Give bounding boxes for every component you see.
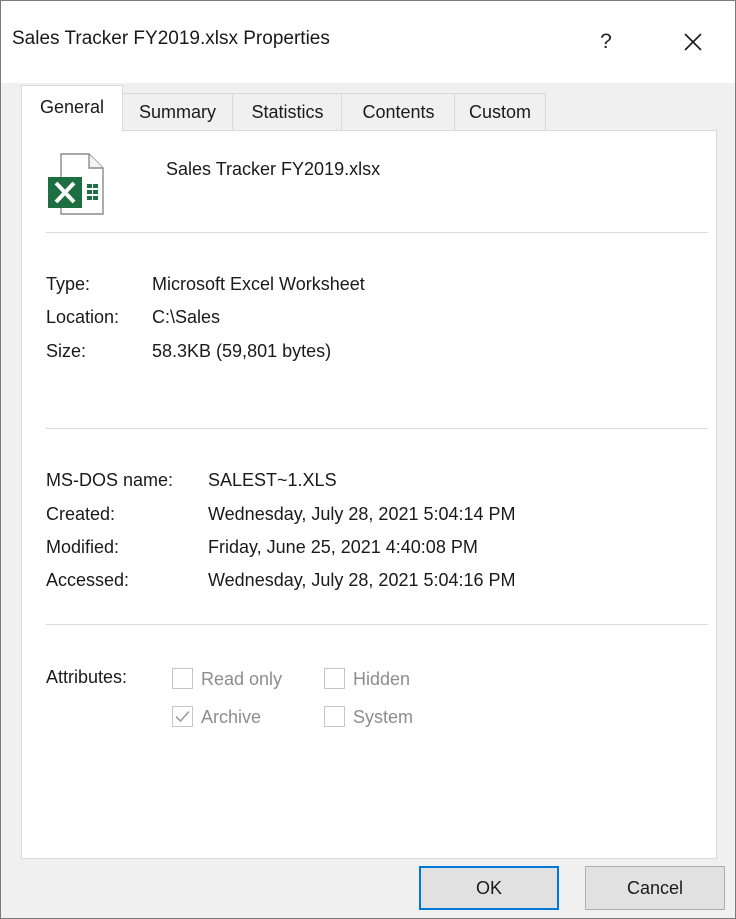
tab-contents[interactable]: Contents	[341, 93, 456, 131]
created-value: Wednesday, July 28, 2021 5:04:14 PM	[208, 504, 516, 524]
properties-dialog: Sales Tracker FY2019.xlsx Properties ? G…	[0, 0, 736, 919]
attributes-label: Attributes:	[46, 667, 128, 687]
location-label: Location:	[46, 307, 120, 327]
close-button[interactable]	[665, 19, 731, 65]
size-value: 58.3KB (59,801 bytes)	[152, 341, 332, 361]
title-bar[interactable]: Sales Tracker FY2019.xlsx Properties ?	[1, 1, 735, 83]
read-only-checkbox[interactable]	[172, 668, 193, 689]
excel-file-icon	[48, 153, 104, 215]
archive-checkbox[interactable]	[172, 706, 193, 727]
archive-label: Archive	[201, 707, 262, 727]
tab-general[interactable]: General	[21, 85, 123, 132]
checkmark-icon	[175, 710, 190, 723]
type-label: Type:	[46, 274, 91, 294]
dialog-title: Sales Tracker FY2019.xlsx Properties	[12, 28, 330, 49]
msdos-name-value: SALEST~1.XLS	[208, 470, 337, 490]
general-panel: Sales Tracker FY2019.xlsx Type: Microsof…	[21, 130, 717, 859]
tab-summary[interactable]: Summary	[121, 93, 234, 131]
ok-button[interactable]: OK	[419, 866, 559, 910]
type-value: Microsoft Excel Worksheet	[152, 274, 365, 294]
separator	[46, 624, 708, 625]
modified-label: Modified:	[46, 537, 120, 557]
system-label: System	[353, 707, 414, 727]
read-only-label: Read only	[201, 669, 283, 689]
separator	[46, 428, 708, 429]
msdos-name-label: MS-DOS name:	[46, 470, 174, 490]
tab-statistics[interactable]: Statistics	[232, 93, 343, 131]
location-value: C:\Sales	[152, 307, 221, 327]
close-icon	[684, 33, 702, 51]
hidden-label: Hidden	[353, 669, 411, 689]
help-button[interactable]: ?	[583, 19, 629, 65]
modified-value: Friday, June 25, 2021 4:40:08 PM	[208, 537, 478, 557]
created-label: Created:	[46, 504, 116, 524]
help-icon: ?	[600, 30, 612, 53]
accessed-value: Wednesday, July 28, 2021 5:04:16 PM	[208, 570, 516, 590]
separator	[46, 232, 708, 233]
accessed-label: Accessed:	[46, 570, 130, 590]
file-name: Sales Tracker FY2019.xlsx	[166, 159, 381, 179]
tab-custom[interactable]: Custom	[454, 93, 546, 131]
size-label: Size:	[46, 341, 87, 361]
hidden-checkbox[interactable]	[324, 668, 345, 689]
system-checkbox[interactable]	[324, 706, 345, 727]
cancel-button[interactable]: Cancel	[585, 866, 725, 910]
